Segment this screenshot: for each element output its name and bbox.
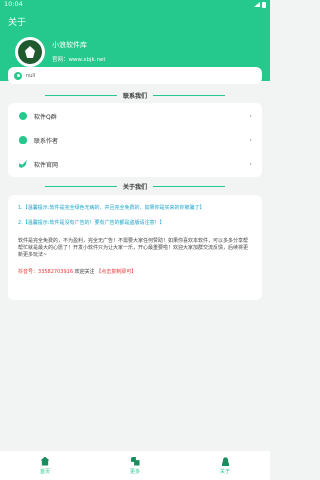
chevron-right-icon: › [249, 112, 252, 120]
tab-label: 关于 [219, 468, 230, 475]
weibo-icon [18, 135, 28, 145]
user-icon [220, 456, 230, 466]
contact-item-label: 软件官网 [34, 161, 59, 169]
battery-icon [262, 1, 266, 8]
chevron-right-icon: › [249, 160, 252, 168]
douyin-copy-link[interactable]: 【点击复制即可】 [96, 269, 136, 275]
home-icon [40, 456, 50, 466]
status-time: 10:04 [4, 0, 23, 8]
contact-section-header: 联系我们 [0, 90, 270, 100]
about-section-header: 关于我们 [0, 181, 270, 191]
logo-emblem-icon [18, 40, 42, 64]
page-title: 关于 [8, 18, 27, 28]
tip-text-1: 1.【温馨提示:软件是完全绿色无病的，并且完全免费的，如果你是买来的你被骗了】 [18, 205, 205, 211]
facebook-icon [18, 111, 28, 121]
notice-icon [14, 71, 22, 80]
app-name: 小浪软件库 [52, 41, 87, 49]
signal-icon [254, 2, 260, 7]
about-card: 1.【温馨提示:软件是完全绿色无病的，并且完全免费的，如果你是买来的你被骗了】 … [8, 195, 262, 300]
chevron-right-icon: › [249, 136, 252, 144]
divider [44, 94, 117, 96]
divider [153, 185, 225, 187]
about-section-title: 关于我们 [122, 183, 147, 191]
tab-label: 更多 [129, 468, 140, 475]
contact-item-qq-group[interactable]: 软件Q群 › [8, 104, 262, 128]
douyin-line[interactable]: 抖音号：33582703916 欢迎关注 【点击复制即可】 [18, 269, 136, 276]
contact-item-author[interactable]: 联系作者 › [8, 128, 262, 152]
tab-about[interactable]: 关于 [180, 451, 270, 480]
about-body-text: 软件是完全免费的，不为盈利，完全无广告！不需要大家任何赞助！如果你喜欢本软件，可… [18, 238, 249, 258]
tab-more[interactable]: 更多 [90, 451, 180, 480]
douyin-label: 抖音号： [18, 269, 39, 275]
status-icons [254, 0, 266, 9]
contact-list: 软件Q群 › 联系作者 › 软件官网 › [8, 103, 262, 177]
twitter-icon [18, 159, 28, 169]
status-bar: 10:04 [0, 0, 270, 9]
douyin-id: 33582703916 [38, 269, 74, 275]
contact-section-title: 联系我们 [122, 92, 147, 100]
tip-text-2: 2.【温馨提示:软件是没有广告的！要有广告的都是盗版请注意！】 [18, 220, 165, 226]
divider [44, 185, 117, 187]
app-logo [15, 37, 45, 67]
contact-item-website[interactable]: 软件官网 › [8, 152, 262, 176]
douyin-follow: 欢迎关注 [74, 269, 95, 275]
notice-text: null [26, 72, 36, 79]
notice-bar: null [8, 67, 262, 84]
tab-label: 首页 [39, 468, 50, 475]
contact-item-label: 软件Q群 [34, 113, 57, 121]
bottom-tab-bar: 首页 更多 关于 [0, 451, 270, 480]
app-website[interactable]: 官网：www.xbjk.net [52, 55, 105, 63]
more-icon [130, 456, 140, 466]
tab-home[interactable]: 首页 [0, 451, 90, 480]
divider [153, 94, 225, 96]
contact-item-label: 联系作者 [34, 137, 59, 145]
